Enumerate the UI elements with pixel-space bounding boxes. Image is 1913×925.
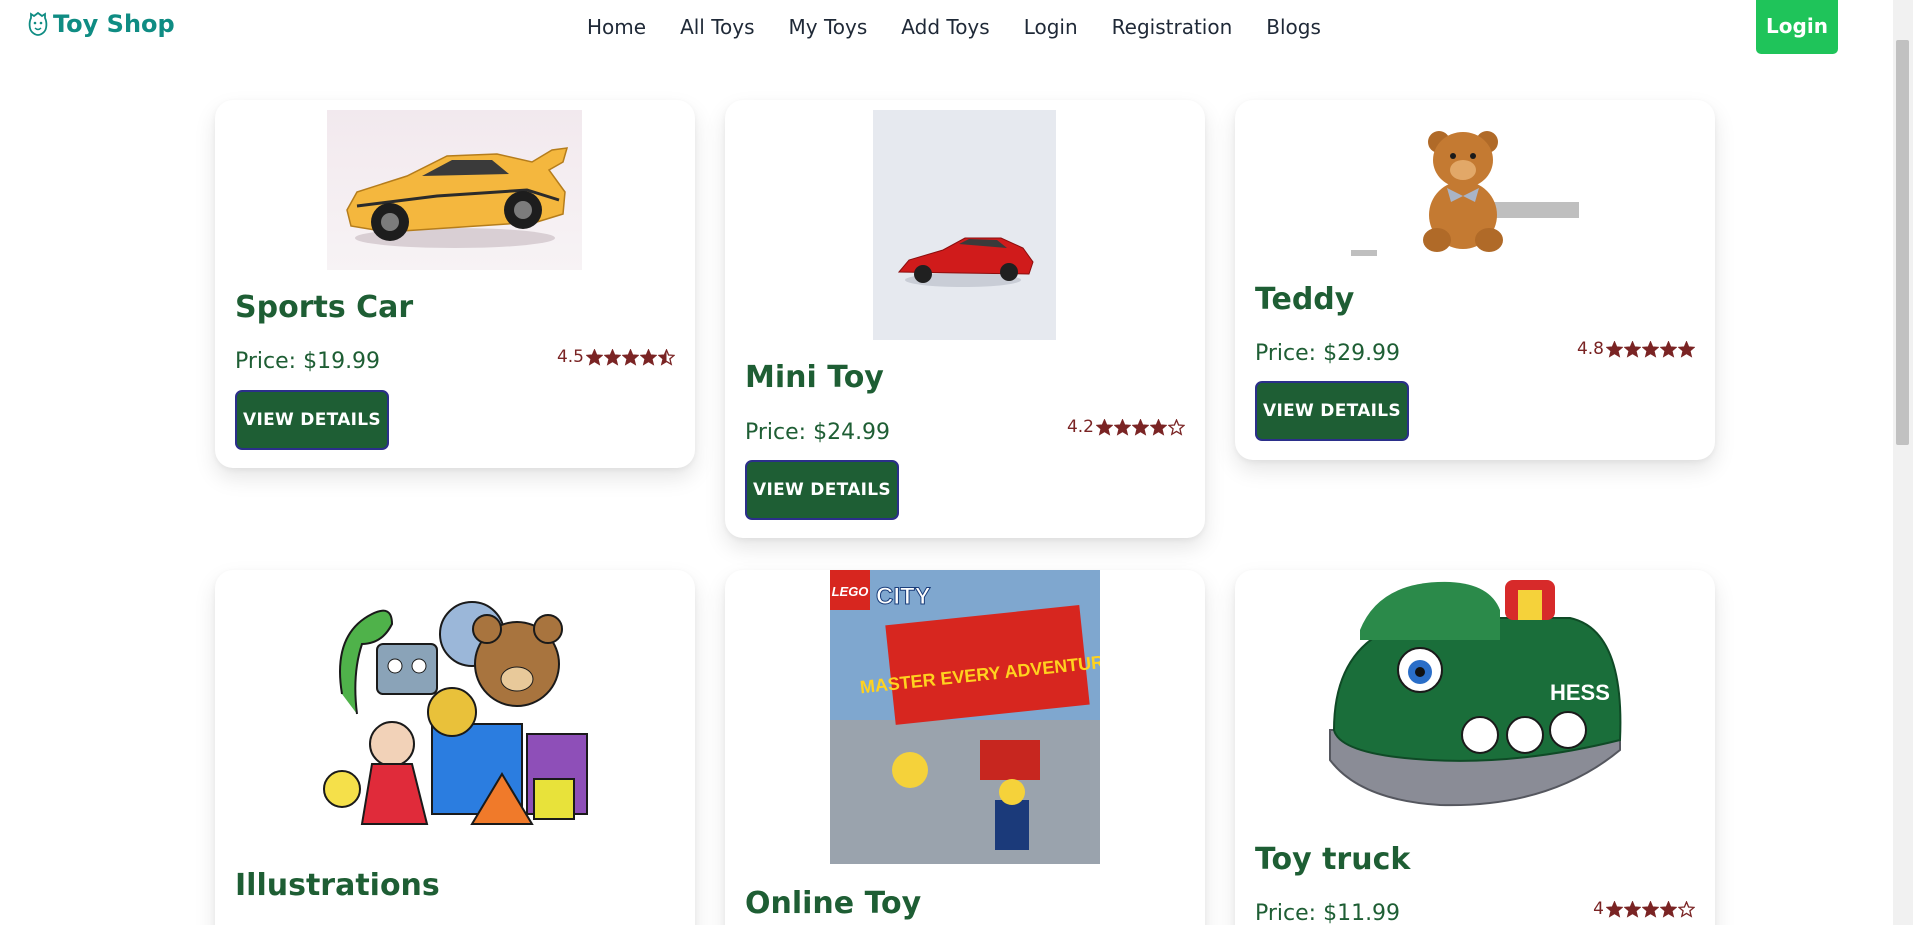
toy-card: Illustrations	[215, 570, 695, 925]
card-price: Price: $11.99	[1255, 901, 1401, 925]
card-rating: 4	[1593, 899, 1695, 919]
boat-brand-text: HESS	[1550, 680, 1610, 705]
rating-value: 4.5	[556, 347, 584, 367]
star-full-icon	[1678, 340, 1695, 358]
red-mini-car-image	[873, 110, 1056, 340]
card-rating: 4.2	[1067, 417, 1185, 437]
star-full-icon	[1624, 900, 1641, 918]
star-empty-icon	[1168, 418, 1185, 436]
toy-card: HESS Toy truck Price: $11.99 4	[1235, 570, 1715, 925]
card-title: Teddy	[1255, 282, 1355, 317]
view-details-button[interactable]: VIEW DETAILS	[1255, 381, 1409, 441]
page-scrollbar[interactable]	[1893, 0, 1913, 925]
star-full-icon	[640, 348, 657, 366]
view-details-button[interactable]: VIEW DETAILS	[235, 390, 389, 450]
card-title: Illustrations	[235, 868, 440, 903]
star-empty-icon	[1678, 900, 1695, 918]
card-rating: 4.8	[1577, 339, 1695, 359]
toys-illustration-image	[312, 574, 597, 844]
main-nav: Home All Toys My Toys Add Toys Login Reg…	[570, 14, 1338, 40]
nav-all-toys[interactable]: All Toys	[663, 14, 771, 40]
rating-stars	[1095, 418, 1185, 436]
star-full-icon	[1642, 900, 1659, 918]
star-full-icon	[1660, 340, 1677, 358]
sports-car-image	[327, 110, 582, 270]
star-full-icon	[1660, 900, 1677, 918]
rating-stars	[1605, 900, 1695, 918]
toy-card: Teddy Price: $29.99 4.8 VIEW DETAILS	[1235, 100, 1715, 460]
brand-name: Toy Shop	[53, 10, 175, 38]
star-full-icon	[1642, 340, 1659, 358]
teddy-bear-image	[1347, 110, 1597, 260]
nav-home[interactable]: Home	[570, 14, 663, 40]
card-title: Toy truck	[1255, 842, 1411, 877]
star-full-icon	[1114, 418, 1131, 436]
star-full-icon	[1096, 418, 1113, 436]
scrollbar-thumb[interactable]	[1896, 40, 1909, 445]
nav-login[interactable]: Login	[1007, 14, 1095, 40]
lego-logo-text: LEGO	[832, 584, 869, 599]
card-rating: 4.5	[557, 347, 675, 367]
rating-value: 4.2	[1066, 417, 1094, 437]
nav-add-toys[interactable]: Add Toys	[884, 14, 1006, 40]
rating-value: 4	[1593, 899, 1604, 919]
city-logo-text: CITY	[876, 583, 931, 610]
card-title: Online Toy	[745, 886, 922, 921]
card-price: Price: $24.99	[745, 420, 891, 445]
header-login-button[interactable]: Login	[1756, 0, 1838, 54]
rating-stars	[585, 348, 675, 366]
star-full-icon	[1606, 900, 1623, 918]
card-title: Mini Toy	[745, 360, 884, 395]
star-full-icon	[1132, 418, 1149, 436]
star-half-icon	[658, 348, 675, 366]
toy-card: Sports Car Price: $19.99 4.5 VIEW DETAIL…	[215, 100, 695, 468]
star-full-icon	[1606, 340, 1623, 358]
view-details-button[interactable]: VIEW DETAILS	[745, 460, 899, 520]
star-full-icon	[1624, 340, 1641, 358]
rating-stars	[1605, 340, 1695, 358]
card-title: Sports Car	[235, 290, 414, 325]
nav-my-toys[interactable]: My Toys	[772, 14, 885, 40]
star-full-icon	[604, 348, 621, 366]
top-navbar: Toy Shop Home All Toys My Toys Add Toys …	[0, 0, 1893, 56]
toy-card: LEGO CITY MASTER EVERY ADVENTURE Online …	[725, 570, 1205, 925]
toy-card: Mini Toy Price: $24.99 4.2 VIEW DETAILS	[725, 100, 1205, 538]
lego-city-box-image: LEGO CITY MASTER EVERY ADVENTURE	[830, 570, 1100, 864]
nav-blogs[interactable]: Blogs	[1249, 14, 1338, 40]
nav-registration[interactable]: Registration	[1095, 14, 1250, 40]
star-full-icon	[1150, 418, 1167, 436]
star-full-icon	[622, 348, 639, 366]
card-price: Price: $29.99	[1255, 341, 1401, 366]
plush-boat-image: HESS	[1320, 570, 1630, 820]
rating-value: 4.8	[1576, 339, 1604, 359]
star-full-icon	[586, 348, 603, 366]
toy-shop-logo-icon	[28, 11, 48, 36]
brand-logo[interactable]: Toy Shop	[27, 10, 175, 38]
card-price: Price: $19.99	[235, 349, 381, 374]
